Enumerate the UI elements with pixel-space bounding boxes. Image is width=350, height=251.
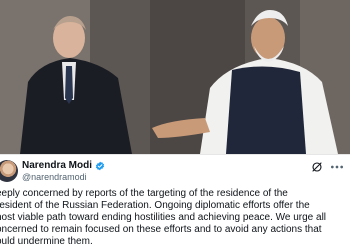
grok-icon[interactable] xyxy=(311,161,323,173)
author-handle[interactable]: @narendramodi xyxy=(22,172,87,183)
author-name-row: Narendra Modi xyxy=(22,160,105,172)
verified-badge-icon xyxy=(95,161,105,171)
tweet-card: Narendra Modi @narendramodi eeply concer… xyxy=(0,154,350,251)
avatar[interactable] xyxy=(0,160,18,182)
more-options-icon[interactable] xyxy=(329,162,345,172)
news-photo xyxy=(0,0,350,154)
tweet-text: eeply concerned by reports of the target… xyxy=(0,188,327,247)
photo-illustration xyxy=(0,0,350,154)
author-display-name[interactable]: Narendra Modi xyxy=(22,160,92,172)
